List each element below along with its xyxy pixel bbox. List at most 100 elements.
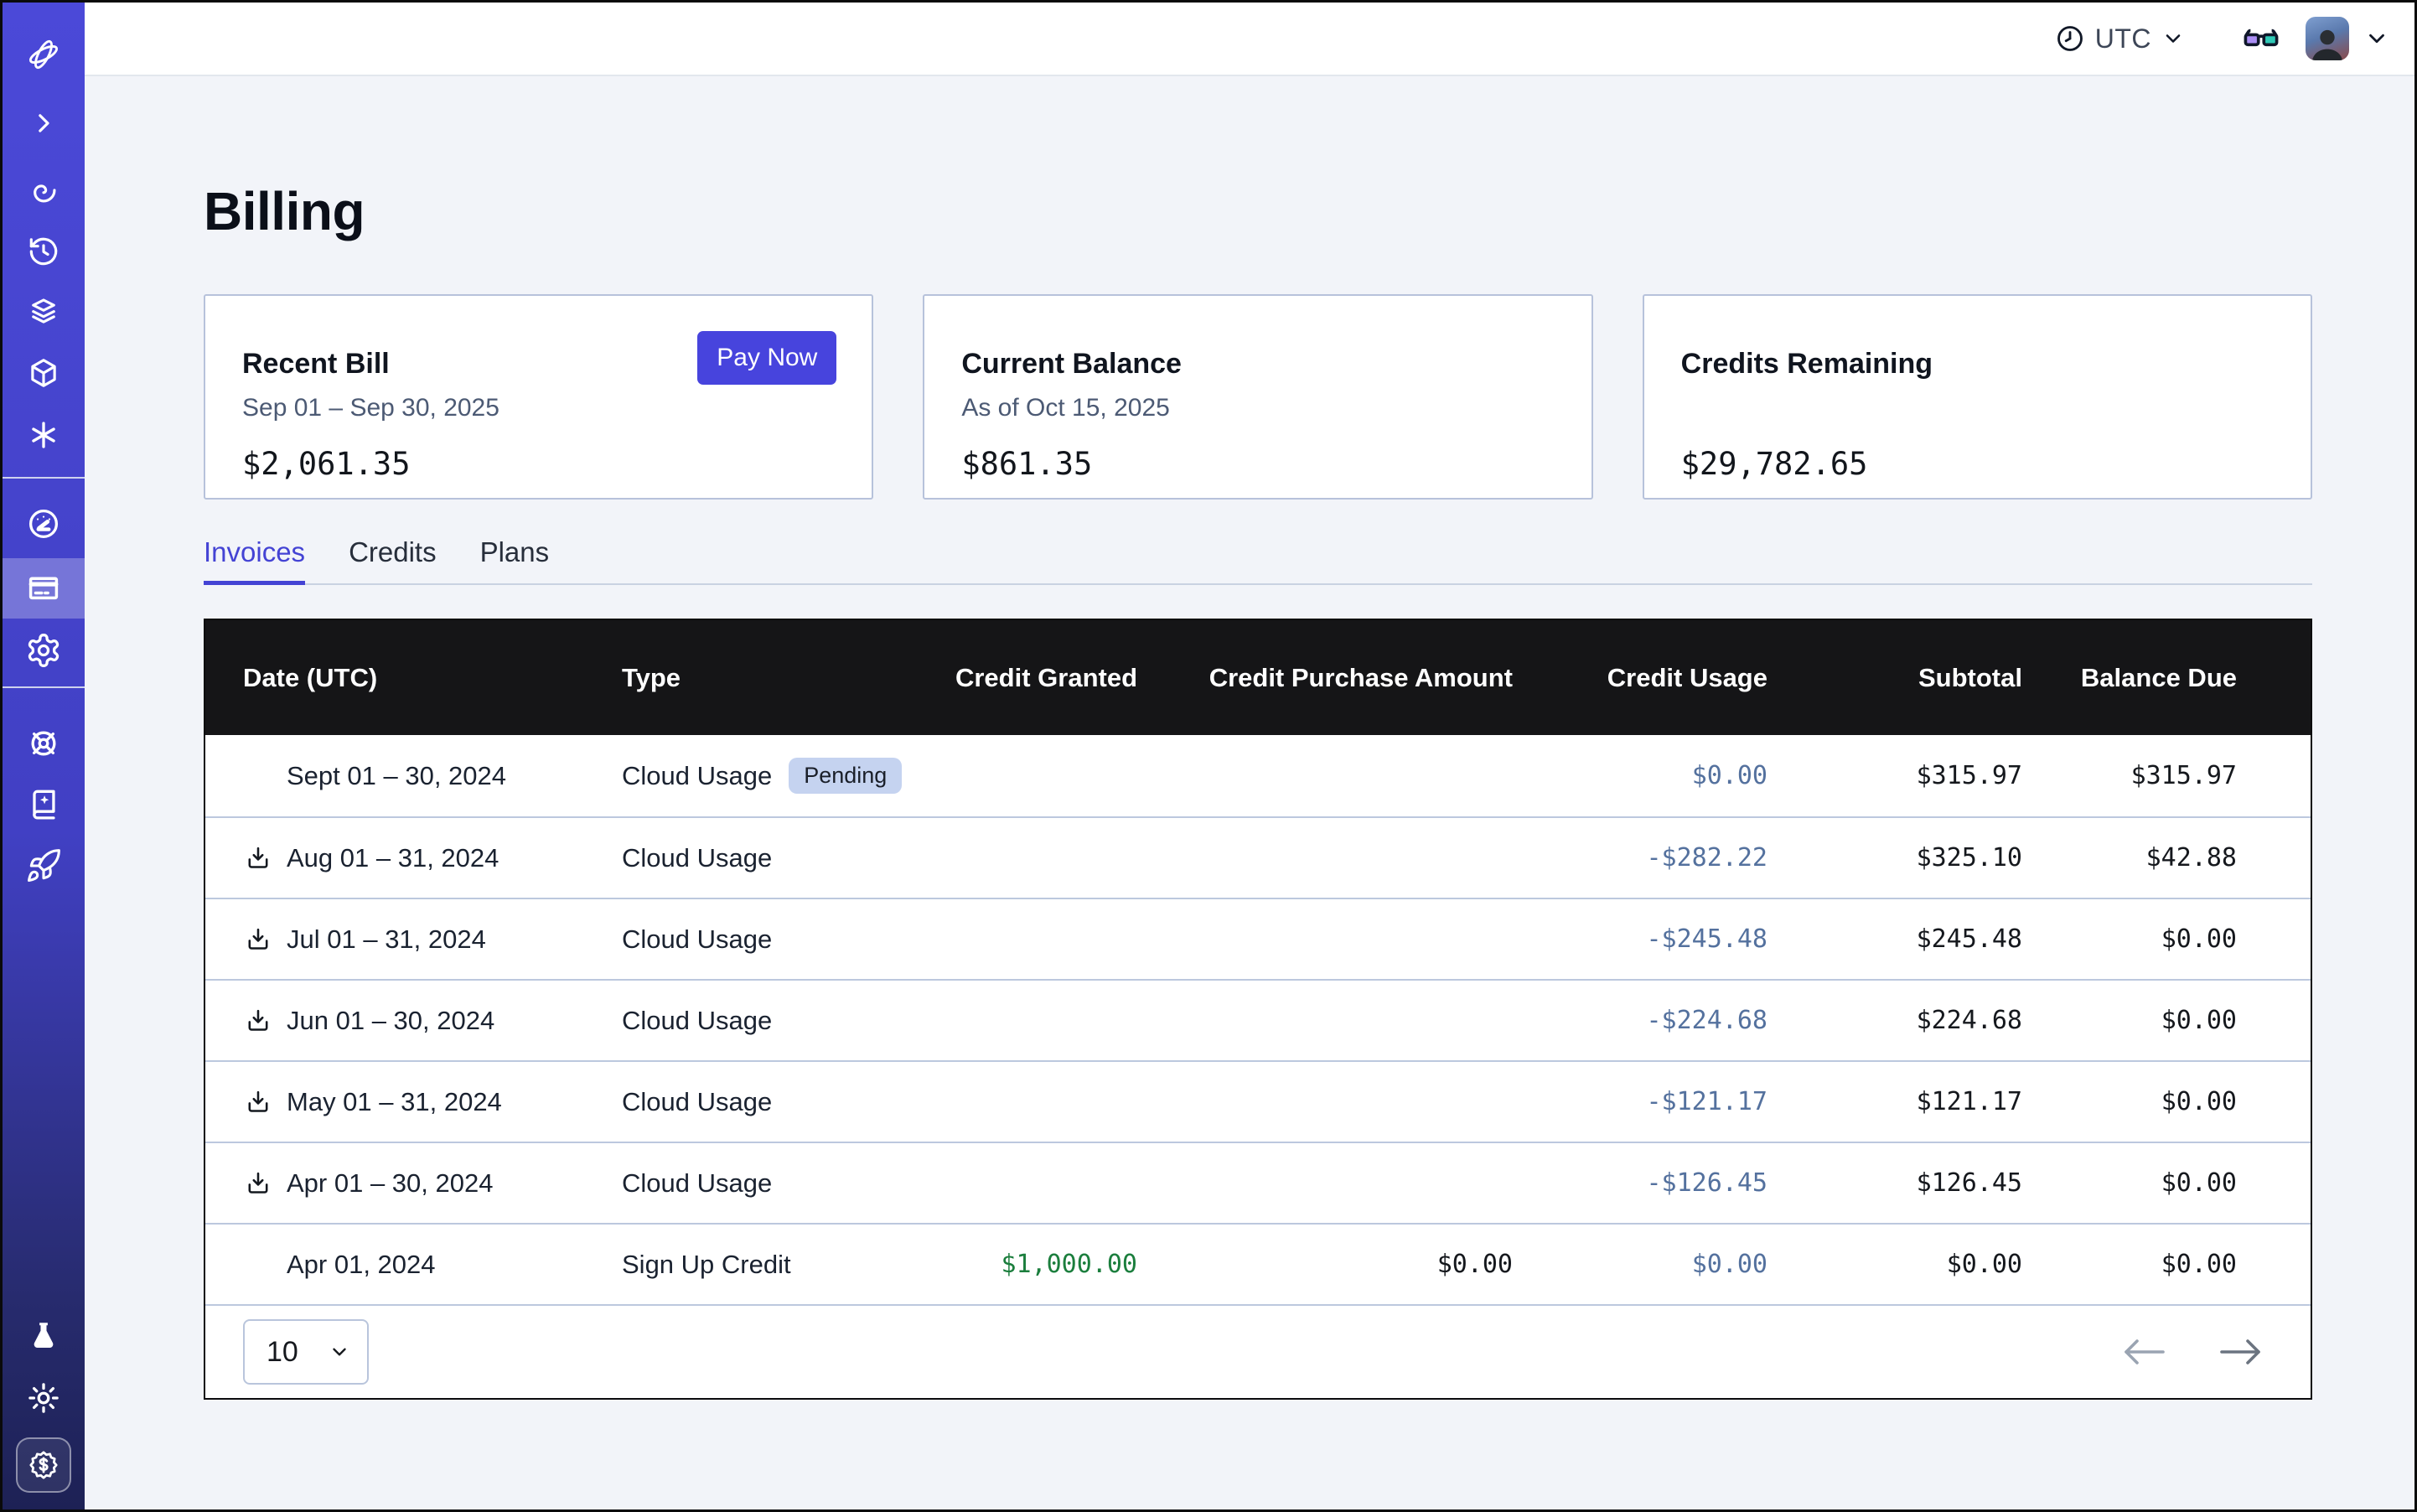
card-title: Credits Remaining	[1681, 348, 2274, 381]
credit-usage-value: $0.00	[1513, 735, 1767, 816]
rocket-icon[interactable]	[3, 836, 85, 896]
lab-flask-icon[interactable]	[3, 1306, 85, 1366]
sidebar-item-billing[interactable]	[3, 558, 85, 619]
chevron-down-icon	[2161, 27, 2185, 50]
invoice-type: Cloud Usage	[622, 1087, 772, 1117]
credit-purchase-value	[1137, 1143, 1513, 1223]
column-header-credit-granted: Credit Granted	[919, 620, 1137, 735]
summary-cards: Recent Bill Sep 01 – Sep 30, 2025 $2,061…	[204, 294, 2312, 500]
balance-due-value: $0.00	[2022, 1225, 2311, 1304]
credit-usage-value: $0.00	[1513, 1225, 1767, 1304]
billing-tabs: Invoices Credits Plans	[204, 536, 2312, 585]
download-invoice-icon[interactable]	[243, 1087, 273, 1117]
topbar: UTC	[85, 3, 2414, 76]
subtotal-value: $245.48	[1767, 899, 2022, 979]
page-size-value: 10	[267, 1336, 298, 1369]
app-logo-icon[interactable]	[3, 24, 85, 85]
helm-icon[interactable]	[3, 713, 85, 774]
download-invoice-icon[interactable]	[243, 924, 273, 955]
chevron-down-icon	[2364, 26, 2389, 51]
recent-bill-amount: $2,061.35	[242, 446, 835, 482]
prev-page-arrow[interactable]	[2123, 1338, 2166, 1366]
download-invoice-icon[interactable]	[243, 1006, 273, 1036]
avatar[interactable]	[2306, 17, 2349, 60]
pay-now-button[interactable]: Pay Now	[697, 331, 836, 385]
table-footer: 10	[205, 1304, 2311, 1398]
next-page-arrow[interactable]	[2218, 1338, 2262, 1366]
invoice-date: Jun 01 – 30, 2024	[287, 1006, 494, 1036]
clock-icon	[2055, 23, 2085, 54]
history-icon[interactable]	[3, 221, 85, 282]
chevron-down-icon	[329, 1341, 350, 1363]
table-row: May 01 – 31, 2024 Cloud Usage -$121.17 $…	[205, 1060, 2311, 1142]
column-header-balance-due: Balance Due	[2022, 620, 2311, 735]
download-invoice-icon[interactable]	[243, 1168, 273, 1199]
spiral-icon[interactable]	[3, 160, 85, 220]
invoice-type: Sign Up Credit	[622, 1250, 791, 1280]
card-title: Current Balance	[961, 348, 1554, 381]
page-size-select[interactable]: 10	[243, 1319, 369, 1385]
invoice-type: Cloud Usage	[622, 924, 772, 955]
invoice-type: Cloud Usage	[622, 1006, 772, 1036]
balance-due-value: $315.97	[2022, 735, 2311, 816]
sidebar	[3, 3, 85, 1509]
balance-due-value: $0.00	[2022, 1143, 2311, 1223]
column-header-credit-purchase: Credit Purchase Amount	[1137, 620, 1513, 735]
subtotal-value: $325.10	[1767, 818, 2022, 898]
current-balance-amount: $861.35	[961, 446, 1554, 482]
credits-remaining-amount: $29,782.65	[1681, 446, 2274, 482]
collapse-sidebar-icon[interactable]	[3, 93, 85, 153]
subtotal-value: $121.17	[1767, 1062, 2022, 1142]
credit-purchase-value	[1137, 735, 1513, 816]
main-content: Billing Recent Bill Sep 01 – Sep 30, 202…	[85, 78, 2414, 1509]
page-title: Billing	[204, 180, 2312, 242]
balance-due-value: $0.00	[2022, 1062, 2311, 1142]
credits-remaining-card: Credits Remaining $29,782.65	[1643, 294, 2312, 500]
download-invoice-icon[interactable]	[243, 843, 273, 873]
glasses-icon[interactable]	[2237, 19, 2285, 58]
credit-usage-value: -$126.45	[1513, 1143, 1767, 1223]
invoice-date: Apr 01, 2024	[287, 1250, 436, 1280]
credit-purchase-value	[1137, 818, 1513, 898]
settings-gear-icon[interactable]	[3, 620, 85, 681]
tab-invoices[interactable]: Invoices	[204, 536, 305, 583]
table-row: Jul 01 – 31, 2024 Cloud Usage -$245.48 $…	[205, 898, 2311, 979]
card-subtitle: As of Oct 15, 2025	[961, 394, 1554, 424]
subtotal-value: $0.00	[1767, 1225, 2022, 1304]
recent-bill-card: Recent Bill Sep 01 – Sep 30, 2025 $2,061…	[204, 294, 873, 500]
invoice-date: May 01 – 31, 2024	[287, 1087, 502, 1117]
account-menu-chevron[interactable]	[2364, 26, 2389, 51]
balance-due-value: $0.00	[2022, 899, 2311, 979]
invoice-date: Aug 01 – 31, 2024	[287, 843, 499, 873]
credit-purchase-value	[1137, 1062, 1513, 1142]
invoice-date: Jul 01 – 31, 2024	[287, 924, 486, 955]
credit-usage-value: -$282.22	[1513, 818, 1767, 898]
tab-plans[interactable]: Plans	[480, 536, 550, 583]
current-balance-card: Current Balance As of Oct 15, 2025 $861.…	[923, 294, 1592, 500]
table-row: Jun 01 – 30, 2024 Cloud Usage -$224.68 $…	[205, 979, 2311, 1060]
app-window: UTC	[0, 0, 2417, 1512]
tab-credits[interactable]: Credits	[349, 536, 437, 583]
credit-granted-value	[919, 818, 1137, 898]
docs-book-icon[interactable]	[3, 774, 85, 834]
balance-due-value: $42.88	[2022, 818, 2311, 898]
invoice-type: Cloud Usage	[622, 843, 772, 873]
invoice-type: Cloud Usage	[622, 761, 772, 791]
pricing-seal-button[interactable]	[16, 1437, 71, 1493]
package-icon[interactable]	[3, 343, 85, 403]
asterisk-icon[interactable]	[3, 405, 85, 465]
credit-purchase-value	[1137, 899, 1513, 979]
invoices-table: Date (UTC) Type Credit Granted Credit Pu…	[204, 619, 2312, 1400]
timezone-label: UTC	[2095, 23, 2151, 54]
credit-granted-value	[919, 899, 1137, 979]
theme-sun-icon[interactable]	[3, 1368, 85, 1428]
table-row: Apr 01, 2024 Sign Up Credit $1,000.00 $0…	[205, 1223, 2311, 1304]
column-header-type: Type	[622, 620, 919, 735]
usage-gauge-icon[interactable]	[3, 494, 85, 554]
credit-usage-value: -$245.48	[1513, 899, 1767, 979]
layers-icon[interactable]	[3, 282, 85, 342]
credit-purchase-value	[1137, 981, 1513, 1060]
timezone-selector[interactable]: UTC	[2055, 23, 2185, 54]
credit-granted-value	[919, 1062, 1137, 1142]
card-subtitle: Sep 01 – Sep 30, 2025	[242, 394, 835, 424]
